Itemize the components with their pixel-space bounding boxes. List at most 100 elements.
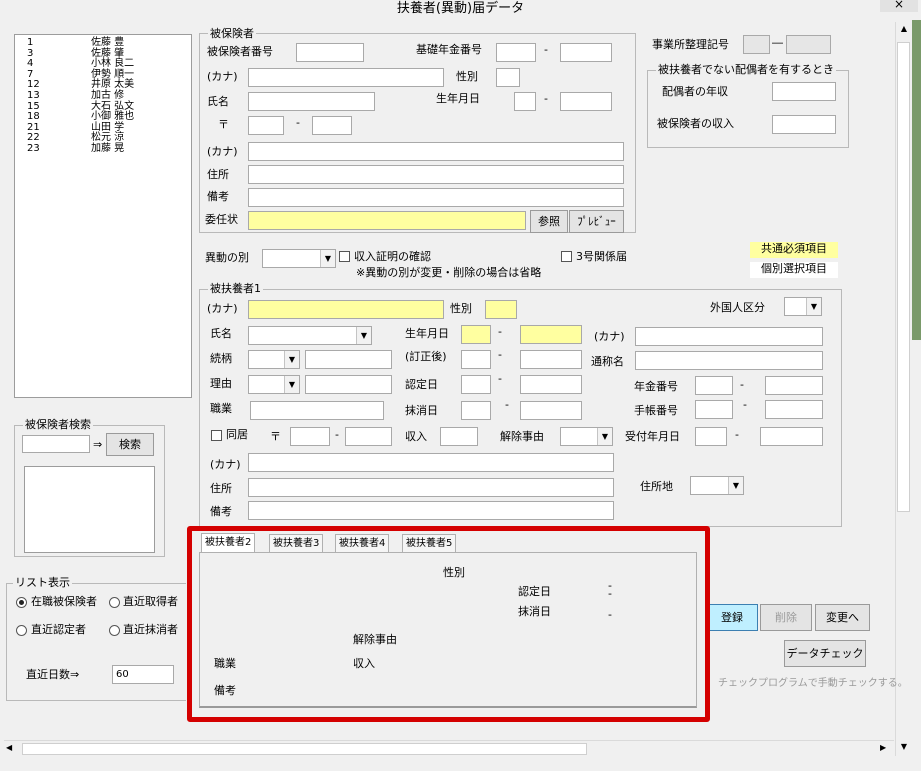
list-item[interactable]: 13 加古 修 — [27, 91, 191, 102]
insured-number-input[interactable] — [296, 43, 364, 62]
delete-button[interactable]: 削除 — [760, 604, 812, 631]
dep1-certified-input-1[interactable] — [461, 375, 491, 394]
pension-number-input-2[interactable] — [560, 43, 612, 62]
search-arrow-icon: ⇒ — [93, 438, 103, 451]
dep1-gender-input[interactable] — [485, 300, 517, 319]
dep1-relation-input[interactable] — [305, 350, 392, 369]
insured-zip-input-2[interactable] — [312, 116, 352, 135]
dep1-corrected-dash: - — [498, 348, 502, 361]
dep1-zip-input-2[interactable] — [345, 427, 392, 446]
dep1-kana-input[interactable] — [248, 300, 444, 319]
dep1-name-select[interactable]: ▼ — [248, 326, 372, 345]
radio-recent-certified-label: 直近認定者 — [31, 623, 86, 636]
scroll-right-arrow-icon[interactable]: ▶ — [880, 743, 886, 752]
search-button[interactable]: 検索 — [106, 433, 154, 456]
dep1-address-kana-input[interactable] — [248, 453, 614, 472]
dep1-handbook-input-2[interactable] — [765, 400, 823, 419]
dep1-corrected-input-2[interactable] — [520, 350, 582, 369]
dep1-reason-select[interactable]: ▼ — [248, 375, 300, 394]
scroll-up-arrow-icon[interactable]: ▲ — [896, 24, 912, 33]
dep1-received-input-2[interactable] — [760, 427, 823, 446]
office-code-input-1[interactable] — [743, 35, 770, 54]
insured-birth-dash: - — [544, 92, 548, 105]
dep1-certified-input-2[interactable] — [520, 375, 582, 394]
no3-checkbox[interactable] — [561, 251, 572, 262]
dep1-certified-label: 認定日 — [405, 378, 438, 391]
dep1-zip-input-1[interactable] — [290, 427, 330, 446]
vertical-scrollbar[interactable]: ▲ ▼ — [895, 22, 911, 756]
change-type-select[interactable]: ▼ — [262, 249, 336, 268]
insured-gender-input[interactable] — [496, 68, 520, 87]
dep1-address-input[interactable] — [248, 478, 614, 497]
dep1-relation-select[interactable]: ▼ — [248, 350, 300, 369]
horizontal-scrollbar[interactable]: ◀ ▶ — [4, 740, 894, 756]
recent-days-input[interactable]: 60 — [112, 665, 174, 684]
scroll-thumb-horizontal[interactable] — [22, 743, 587, 755]
change-button[interactable]: 変更へ — [815, 604, 870, 631]
scroll-thumb-vertical[interactable] — [897, 42, 910, 512]
dep1-kana2-input[interactable] — [635, 327, 823, 346]
dep1-release-select[interactable]: ▼ — [560, 427, 613, 446]
pension-number-label: 基礎年金番号 — [416, 43, 482, 56]
insured-address-kana-input[interactable] — [248, 142, 624, 161]
delegation-input[interactable] — [248, 211, 526, 230]
dep1-corrected-input-1[interactable] — [461, 350, 491, 369]
insured-gender-label: 性別 — [456, 70, 478, 83]
preview-button[interactable]: ﾌﾟﾚﾋﾞｭｰ — [569, 210, 624, 233]
insured-birth-input-2[interactable] — [560, 92, 612, 111]
list-item-name: 加藤 晃 — [91, 142, 125, 154]
insured-list[interactable]: 1 佐藤 豊 3 佐藤 肇 4 小林 良二 7 伊勢 順一 12 井原 太美 13 加古 修 15 大石 … — [14, 34, 192, 398]
dep1-received-input-1[interactable] — [695, 427, 727, 446]
radio-active-insured[interactable] — [16, 597, 27, 608]
dep1-birth-input-2[interactable] — [520, 325, 582, 344]
insured-income-input[interactable] — [772, 115, 836, 134]
search-input[interactable] — [22, 435, 90, 453]
insured-remarks-input[interactable] — [248, 188, 624, 207]
scroll-left-arrow-icon[interactable]: ◀ — [6, 743, 12, 752]
data-check-button[interactable]: データチェック — [784, 640, 866, 667]
dep1-pension-input-2[interactable] — [765, 376, 823, 395]
close-button[interactable]: × — [880, 0, 918, 12]
dep1-deleted-label: 抹消日 — [405, 404, 438, 417]
list-item[interactable]: 1 佐藤 豊 — [27, 38, 191, 49]
list-item[interactable]: 23 加藤 晃 — [27, 144, 191, 155]
dep1-deleted-input-1[interactable] — [461, 401, 491, 420]
insured-remarks-label: 備考 — [207, 190, 229, 203]
dep1-residence-select[interactable]: ▼ — [690, 476, 744, 495]
insured-birth-input-1[interactable] — [514, 92, 536, 111]
dep1-alias-input[interactable] — [635, 351, 823, 370]
insured-address-input[interactable] — [248, 165, 624, 184]
search-group-title: 被保険者検索 — [23, 418, 93, 431]
scroll-down-arrow-icon[interactable]: ▼ — [896, 742, 912, 751]
insured-zip-input-1[interactable] — [248, 116, 284, 135]
pension-number-input-1[interactable] — [496, 43, 536, 62]
search-results-list[interactable] — [24, 466, 155, 553]
register-button[interactable]: 登録 — [706, 604, 758, 631]
income-proof-label: 収入証明の確認 — [354, 250, 431, 263]
dep1-foreign-select[interactable]: ▼ — [784, 297, 822, 316]
office-code-input-2[interactable] — [786, 35, 831, 54]
dep1-kana2-label: (カナ) — [594, 330, 625, 343]
dep1-pension-input-1[interactable] — [695, 376, 733, 395]
dep1-relation-label: 続柄 — [210, 352, 232, 365]
dep1-address-kana-label: (カナ) — [210, 458, 241, 471]
dep1-alias-label: 通称名 — [591, 355, 624, 368]
insured-name-input[interactable] — [248, 92, 375, 111]
dep1-handbook-input-1[interactable] — [695, 400, 733, 419]
dep1-remarks-input[interactable] — [248, 501, 614, 520]
dep1-birth-input-1[interactable] — [461, 325, 491, 344]
dep1-cohabit-checkbox[interactable] — [211, 430, 222, 441]
browse-button[interactable]: 参照 — [530, 210, 568, 233]
insured-kana-input[interactable] — [248, 68, 444, 87]
dep1-zip-dash: - — [335, 428, 339, 441]
dep1-income-input[interactable] — [440, 427, 478, 446]
dep1-job-input[interactable] — [250, 401, 384, 420]
income-proof-checkbox[interactable] — [339, 251, 350, 262]
radio-recent-acquired[interactable] — [109, 597, 120, 608]
radio-recent-certified[interactable] — [16, 625, 27, 636]
dep1-deleted-input-2[interactable] — [520, 401, 582, 420]
radio-recent-deleted[interactable] — [109, 625, 120, 636]
dep1-reason-input[interactable] — [305, 375, 392, 394]
spouse-annual-income-input[interactable] — [772, 82, 836, 101]
dep1-income-label: 収入 — [405, 430, 427, 443]
